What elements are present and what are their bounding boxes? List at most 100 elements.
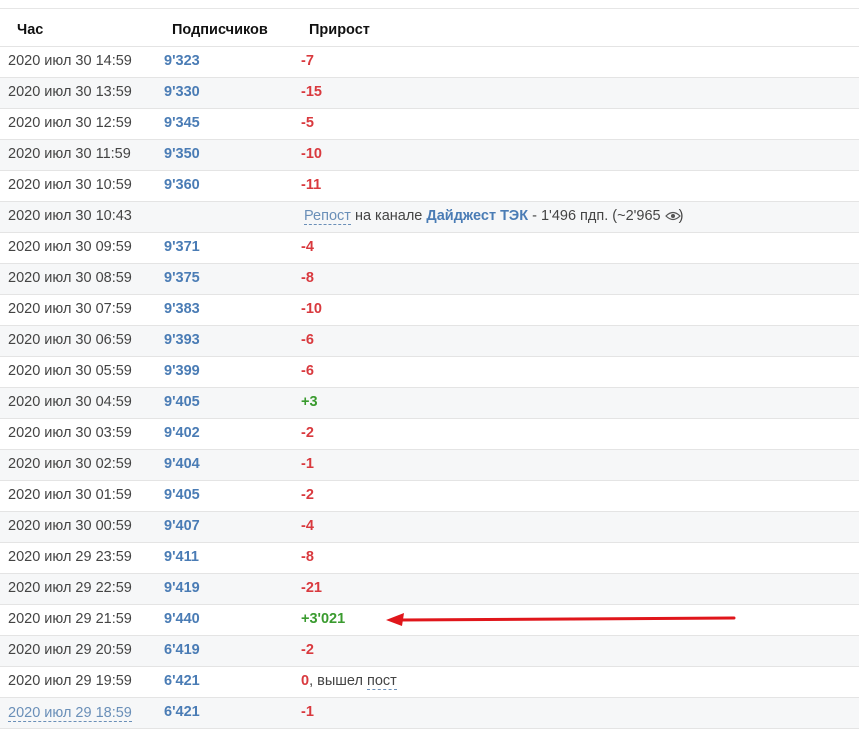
table-row: 2020 июл 30 08:59 9'375 -8 [0, 264, 859, 295]
row-growth: -2 [301, 642, 314, 658]
row-subscribers: 6'421 [164, 673, 200, 689]
row-subscribers: 9'383 [164, 301, 200, 317]
table-row: 2020 июл 29 19:59 6'421 0, вышел пост [0, 667, 859, 698]
channel-link[interactable]: Дайджест ТЭК [426, 208, 528, 224]
repost-note: Репост на канале Дайджест ТЭК - 1'496 пд… [304, 208, 683, 225]
row-time: 2020 июл 30 12:59 [8, 115, 132, 131]
row-growth: -6 [301, 363, 314, 379]
table-row: 2020 июл 30 14:59 9'323 -7 [0, 46, 859, 78]
row-subscribers: 9'323 [164, 53, 200, 69]
row-time: 2020 июл 29 23:59 [8, 549, 132, 565]
row-time: 2020 июл 29 20:59 [8, 642, 132, 658]
row-subscribers: 9'345 [164, 115, 200, 131]
table-row: 2020 июл 30 05:59 9'399 -6 [0, 357, 859, 388]
table-row: 2020 июл 30 03:59 9'402 -2 [0, 419, 859, 450]
growth-value: -8 [301, 270, 314, 286]
row-time: 2020 июл 30 13:59 [8, 84, 132, 100]
growth-value: -21 [301, 580, 322, 596]
row-growth: 0, вышел пост [301, 673, 397, 690]
column-header-growth: Прирост [309, 22, 370, 38]
red-arrow-annotation [386, 613, 736, 626]
row-growth: -7 [301, 53, 314, 69]
growth-value: -2 [301, 642, 314, 658]
growth-value: -4 [301, 239, 314, 255]
row-time: 2020 июл 30 08:59 [8, 270, 132, 286]
row-subscribers: 9'375 [164, 270, 200, 286]
row-time: 2020 июл 29 21:59 [8, 611, 132, 627]
row-growth: -5 [301, 115, 314, 131]
table-row: 2020 июл 30 02:59 9'404 -1 [0, 450, 859, 481]
column-header-hour: Час [17, 22, 44, 38]
growth-value: -5 [301, 115, 314, 131]
table-row: 2020 июл 29 22:59 9'419 -21 [0, 574, 859, 605]
growth-value: -6 [301, 363, 314, 379]
eye-icon [664, 209, 681, 221]
row-subscribers: 9'360 [164, 177, 200, 193]
growth-value: -1 [301, 704, 314, 720]
table-row: 2020 июл 30 06:59 9'393 -6 [0, 326, 859, 357]
table-row: 2020 июл 30 07:59 9'383 -10 [0, 295, 859, 326]
row-growth: +3'021 [301, 611, 345, 627]
growth-value: -6 [301, 332, 314, 348]
row-growth: -1 [301, 456, 314, 472]
row-subscribers: 9'399 [164, 363, 200, 379]
row-growth: +3 [301, 394, 318, 410]
table-row: 2020 июл 30 10:43 Репост на канале Дайдже… [0, 202, 859, 233]
table-row: 2020 июл 30 00:59 9'407 -4 [0, 512, 859, 543]
table-row: 2020 июл 29 23:59 9'411 -8 [0, 543, 859, 574]
row-time: 2020 июл 30 14:59 [8, 53, 132, 69]
growth-value: 0 [301, 673, 310, 689]
row-subscribers: 9'405 [164, 394, 200, 410]
row-subscribers: 9'405 [164, 487, 200, 503]
growth-value: -10 [301, 146, 322, 162]
table-row: 2020 июл 30 04:59 9'405 +3 [0, 388, 859, 419]
growth-value: -2 [301, 425, 314, 441]
repost-on-channel-text: на канале [354, 208, 423, 224]
row-time: 2020 июл 30 05:59 [8, 363, 132, 379]
growth-value: +3'021 [301, 611, 346, 627]
row-growth: -2 [301, 425, 314, 441]
table-row: 2020 июл 30 13:59 9'330 -15 [0, 78, 859, 109]
repost-details: - 1'496 пдп. (~2'965 [532, 208, 661, 224]
post-link[interactable]: пост [366, 673, 397, 690]
row-growth: -1 [301, 704, 314, 720]
row-time: 2020 июл 30 10:59 [8, 177, 132, 193]
table-row: 2020 июл 30 09:59 9'371 -4 [0, 233, 859, 264]
row-subscribers: 9'371 [164, 239, 200, 255]
table-header: Час Подписчиков Прирост [0, 15, 859, 46]
row-growth: -8 [301, 270, 314, 286]
row-growth: -10 [301, 146, 322, 162]
row-growth: -4 [301, 239, 314, 255]
row-subscribers: 9'419 [164, 580, 200, 596]
table-row: 2020 июл 30 12:59 9'345 -5 [0, 109, 859, 140]
row-growth: -15 [301, 84, 322, 100]
row-subscribers: 9'440 [164, 611, 200, 627]
row-time: 2020 июл 30 02:59 [8, 456, 132, 472]
row-subscribers: 9'402 [164, 425, 200, 441]
repost-link[interactable]: Репост [304, 208, 351, 225]
growth-suffix: , вышел [309, 673, 363, 689]
growth-value: -15 [301, 84, 322, 100]
row-growth: -4 [301, 518, 314, 534]
growth-value: -4 [301, 518, 314, 534]
table-row: 2020 июл 30 10:59 9'360 -11 [0, 171, 859, 202]
row-growth: -6 [301, 332, 314, 348]
row-growth: -2 [301, 487, 314, 503]
growth-value: -2 [301, 487, 314, 503]
growth-value: -10 [301, 301, 322, 317]
column-header-subscribers: Подписчиков [172, 22, 268, 38]
row-growth: -10 [301, 301, 322, 317]
row-time: 2020 июл 30 03:59 [8, 425, 132, 441]
table-row: 2020 июл 29 20:59 6'419 -2 [0, 636, 859, 667]
row-subscribers: 9'393 [164, 332, 200, 348]
row-subscribers: 9'404 [164, 456, 200, 472]
row-time: 2020 июл 30 04:59 [8, 394, 132, 410]
table-row: 2020 июл 30 01:59 9'405 -2 [0, 481, 859, 512]
row-time[interactable]: 2020 июл 29 18:59 [8, 705, 132, 722]
row-time: 2020 июл 30 01:59 [8, 487, 132, 503]
row-time: 2020 июл 30 00:59 [8, 518, 132, 534]
row-time: 2020 июл 29 22:59 [8, 580, 132, 596]
row-growth: -8 [301, 549, 314, 565]
top-divider [0, 8, 859, 9]
row-time: 2020 июл 29 19:59 [8, 673, 132, 689]
